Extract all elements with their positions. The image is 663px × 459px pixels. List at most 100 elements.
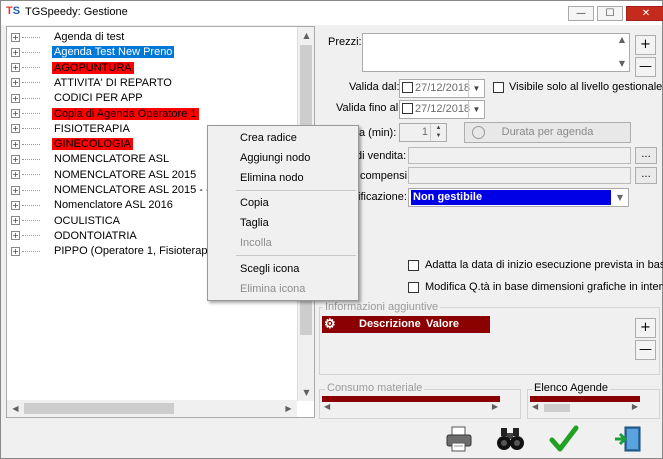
menu-elimina-icona[interactable]: Elimina icona (240, 283, 305, 295)
tree-node[interactable]: + NOMENCLATORE ASL 2015 - - NEW (11, 182, 240, 197)
tree-node[interactable]: + PIPPO (Operatore 1, Fisioterapia) (11, 243, 222, 258)
menu-aggiungi-nodo[interactable]: Aggiungi nodo (240, 152, 310, 164)
visibile-checkbox[interactable] (493, 82, 504, 93)
expand-plus-icon[interactable]: + (11, 231, 20, 241)
scroll-right-arrow-icon[interactable]: ▶ (632, 402, 638, 411)
prezzi-scroll-up-icon[interactable]: ▲ (615, 34, 629, 46)
tree-node-label[interactable]: NOMENCLATORE ASL 2015 (52, 169, 198, 181)
tree-node-label[interactable]: Nomenclatore ASL 2016 (52, 199, 175, 211)
tree-connector (22, 82, 40, 84)
elenco-scroll-thumb[interactable] (544, 404, 570, 412)
scroll-left-arrow-icon[interactable]: ◀ (532, 402, 538, 411)
tree-node[interactable]: + Copia di Agenda Operatore 1 (11, 106, 199, 121)
elenco-hscroll[interactable]: ◀ ▶ (530, 402, 640, 414)
prezzi-list[interactable]: ▲ ▼ (362, 33, 630, 72)
tree-node-label[interactable]: ODONTOIATRIA (52, 230, 139, 242)
valida-fino-checkbox[interactable] (402, 103, 413, 114)
tree-node-label[interactable]: NOMENCLATORE ASL (52, 153, 171, 165)
tree-node-label[interactable]: Agenda Test New Preno (52, 46, 175, 59)
modifica-checkbox[interactable] (408, 282, 419, 293)
exit-button[interactable] (613, 424, 643, 454)
gear-icon[interactable]: ⚙ (324, 316, 336, 332)
adatta-checkbox[interactable] (408, 260, 419, 271)
maximize-button[interactable]: ☐ (597, 6, 623, 21)
compensi-field[interactable] (408, 167, 631, 184)
remove-info-button[interactable]: — (635, 340, 656, 360)
menu-elimina-nodo[interactable]: Elimina nodo (240, 172, 304, 184)
add-info-button[interactable]: + (635, 318, 656, 338)
durata-per-agenda-button[interactable]: Durata per agenda (464, 122, 631, 143)
compensi-browse-button[interactable]: ... (635, 167, 657, 184)
tree-node-label[interactable]: PIPPO (Operatore 1, Fisioterapia) (52, 245, 222, 257)
scroll-left-arrow-icon[interactable]: ◀ (7, 400, 24, 417)
print-button[interactable] (444, 424, 474, 454)
expand-plus-icon[interactable]: + (11, 124, 20, 134)
chevron-down-icon[interactable]: ▼ (468, 80, 484, 97)
tree-node[interactable]: + Nomenclatore ASL 2016 (11, 197, 175, 212)
tree-node-label[interactable]: Agenda di test (52, 31, 126, 43)
consumo-hscroll[interactable]: ◀ ▶ (322, 402, 500, 414)
expand-plus-icon[interactable]: + (11, 154, 20, 164)
close-button[interactable]: ✕ (626, 6, 663, 21)
tree-node[interactable]: + ATTIVITA' DI REPARTO (11, 75, 174, 90)
tree-hscroll-thumb[interactable] (24, 403, 174, 414)
scroll-up-arrow-icon[interactable]: ▲ (298, 27, 315, 44)
classificazione-select[interactable]: Non gestibile ▼ (408, 188, 629, 207)
scroll-right-arrow-icon[interactable]: ▶ (280, 400, 297, 417)
scroll-down-arrow-icon[interactable]: ▼ (298, 384, 315, 401)
tree-node-label[interactable]: ATTIVITA' DI REPARTO (52, 77, 174, 89)
expand-plus-icon[interactable]: + (11, 216, 20, 226)
tree-node[interactable]: + NOMENCLATORE ASL 2015 (11, 167, 198, 182)
tree-node[interactable]: + OCULISTICA (11, 213, 122, 228)
tree-node[interactable]: + GINECOLOGIA (11, 136, 134, 151)
tree-node-label[interactable]: Copia di Agenda Operatore 1 (52, 107, 199, 120)
valida-dal-field[interactable]: 27/12/2018 ▼ (399, 79, 485, 98)
prezzi-scroll-down-icon[interactable]: ▼ (615, 58, 629, 70)
spinner-arrows-icon[interactable]: ▲ ▼ (430, 124, 446, 141)
expand-plus-icon[interactable]: + (11, 200, 20, 210)
tree-node[interactable]: + ODONTOIATRIA (11, 228, 139, 243)
menu-copia[interactable]: Copia (240, 197, 269, 209)
tree-connector (22, 158, 40, 160)
chevron-down-icon[interactable]: ▼ (612, 189, 628, 206)
expand-plus-icon[interactable]: + (11, 63, 20, 73)
scroll-left-arrow-icon[interactable]: ◀ (324, 402, 330, 411)
tree-node[interactable]: + AGOPUNTURA (11, 60, 134, 75)
tree-node[interactable]: + Agenda Test New Preno (11, 44, 175, 59)
tree-node-label[interactable]: FISIOTERAPIA (52, 123, 132, 135)
tree-node[interactable]: + Agenda di test (11, 29, 126, 44)
tree-node-label[interactable]: OCULISTICA (52, 215, 122, 227)
expand-plus-icon[interactable]: + (11, 78, 20, 88)
confirm-button[interactable] (549, 424, 579, 454)
remove-prezzo-button[interactable]: — (635, 57, 656, 77)
minimize-button[interactable]: — (568, 6, 594, 21)
tree-horizontal-scrollbar[interactable]: ◀ ▶ (7, 400, 297, 417)
menu-scegli-icona[interactable]: Scegli icona (240, 263, 299, 275)
tree-node[interactable]: + FISIOTERAPIA (11, 121, 132, 136)
menu-crea-radice[interactable]: Crea radice (240, 132, 297, 144)
valida-dal-checkbox[interactable] (402, 82, 413, 93)
valida-fino-field[interactable]: 27/12/2018 ▼ (399, 100, 485, 119)
expand-plus-icon[interactable]: + (11, 32, 20, 42)
chevron-down-icon[interactable]: ▼ (468, 101, 484, 118)
expand-plus-icon[interactable]: + (11, 139, 20, 149)
tree-node[interactable]: + CODICI PER APP (11, 90, 145, 105)
expand-plus-icon[interactable]: + (11, 93, 20, 103)
expand-plus-icon[interactable]: + (11, 185, 20, 195)
menu-incolla[interactable]: Incolla (240, 237, 272, 249)
search-button[interactable] (496, 424, 526, 454)
tree-node-label[interactable]: AGOPUNTURA (52, 61, 134, 74)
expand-plus-icon[interactable]: + (11, 47, 20, 57)
tree-node-label[interactable]: GINECOLOGIA (52, 138, 134, 151)
expand-plus-icon[interactable]: + (11, 170, 20, 180)
expand-plus-icon[interactable]: + (11, 246, 20, 256)
tree-node-label[interactable]: CODICI PER APP (52, 92, 145, 104)
durata-spinner[interactable]: 1 ▲ ▼ (399, 123, 447, 142)
vendita-field[interactable] (408, 147, 631, 164)
expand-plus-icon[interactable]: + (11, 109, 20, 118)
menu-taglia[interactable]: Taglia (240, 217, 269, 229)
add-prezzo-button[interactable]: + (635, 35, 656, 55)
tree-node[interactable]: + NOMENCLATORE ASL (11, 151, 171, 166)
scroll-right-arrow-icon[interactable]: ▶ (492, 402, 498, 411)
vendita-browse-button[interactable]: ... (635, 147, 657, 164)
